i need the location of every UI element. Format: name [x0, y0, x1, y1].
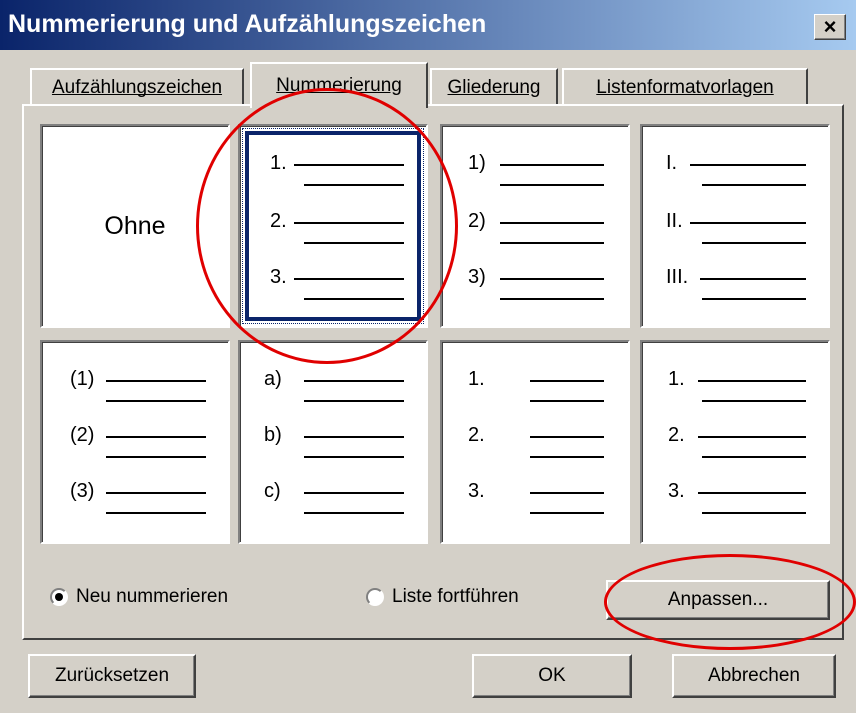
reset-button[interactable]: Zurücksetzen [28, 654, 196, 698]
reset-label: Zurücksetzen [54, 665, 170, 686]
cancel-label: Abbrechen [708, 665, 800, 686]
ok-button[interactable]: OK [472, 654, 632, 698]
renumber-label: Neu nummerieren [76, 586, 229, 607]
continue-list-radio[interactable]: Liste fortführen [366, 586, 519, 608]
tab-numbering[interactable]: Nummerierung [250, 62, 428, 108]
tab-panel [22, 104, 844, 640]
cancel-button[interactable]: Abbrechen [672, 654, 836, 698]
title-bar: Nummerierung und Aufzählungszeichen × [0, 0, 856, 50]
radio-circle [366, 588, 384, 606]
radio-dot [55, 593, 63, 601]
tab-outline[interactable]: Gliederung [430, 68, 558, 106]
renumber-radio[interactable]: Neu nummerieren [50, 586, 228, 608]
customize-label: Anpassen... [667, 589, 769, 610]
tab-list-styles[interactable]: Listenformatvorlagen [562, 68, 808, 106]
radio-circle [50, 588, 68, 606]
continue-label: Liste fortführen [392, 586, 519, 607]
tab-label: Listenformatvorlagen [596, 77, 774, 98]
tab-label: Gliederung [447, 77, 541, 98]
close-icon: × [823, 14, 837, 39]
close-button[interactable]: × [814, 14, 846, 40]
dialog-title: Nummerierung und Aufzählungszeichen [8, 10, 487, 38]
tab-label: Aufzählungszeichen [51, 77, 223, 98]
customize-button[interactable]: Anpassen... [606, 580, 830, 620]
tab-bullets[interactable]: Aufzählungszeichen [30, 68, 244, 106]
ok-label: OK [538, 665, 566, 686]
bullets-numbering-dialog: Nummerierung und Aufzählungszeichen × Au… [0, 0, 856, 713]
tab-label: Nummerierung [276, 75, 402, 96]
